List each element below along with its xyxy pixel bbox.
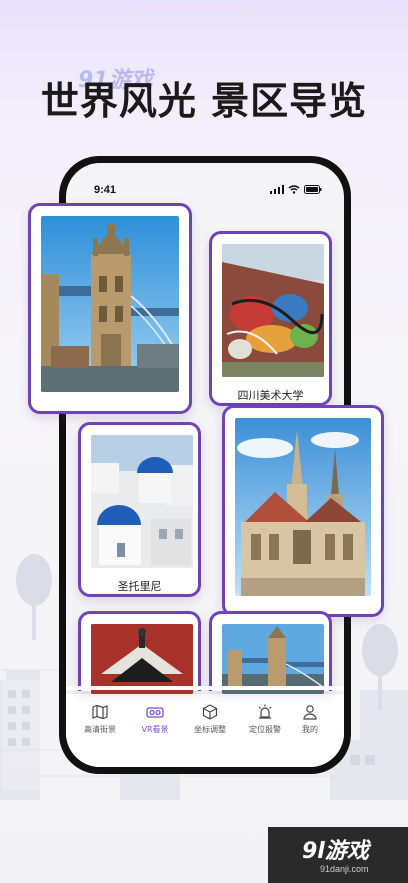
status-time: 9:41: [94, 184, 117, 196]
tab-label: 高清街景: [84, 725, 116, 734]
alarm-light-icon: [258, 704, 272, 719]
user-icon: [303, 705, 317, 720]
scenic-card-pagoda[interactable]: [78, 611, 201, 694]
pagoda-roof-photo: [91, 624, 193, 694]
watermark-logo-bottom: 9l游戏 91danji.com: [268, 827, 408, 883]
tab-hd-street-view[interactable]: 高清街景: [72, 704, 128, 735]
wifi-icon: [288, 185, 300, 194]
watermark-logo-text: 9l游戏: [302, 839, 369, 864]
card-caption: 圣托里尼: [117, 580, 162, 593]
watermark-url: 91danji.com: [320, 864, 369, 874]
scenic-card-graffiti[interactable]: 四川美术大学: [209, 231, 332, 406]
santorini-photo: [91, 435, 193, 568]
scenic-card-cathedral[interactable]: [222, 405, 384, 617]
tab-label: VR看景: [141, 725, 169, 734]
tower-bridge-small-photo: [222, 624, 324, 694]
tab-coordinate-adjust[interactable]: 坐标调整: [182, 704, 238, 735]
scenic-card-tower-bridge-small[interactable]: [209, 611, 332, 694]
tab-label: 坐标调整: [194, 725, 226, 734]
battery-icon: [304, 185, 322, 194]
status-bar: 9:41: [66, 181, 344, 201]
tab-profile[interactable]: 我的: [282, 704, 338, 735]
map-icon: [92, 704, 108, 720]
graffiti-wall-photo: [222, 244, 324, 377]
tab-bar-top-edge: [66, 686, 344, 690]
tower-bridge-photo: [41, 216, 179, 392]
signal-icon: [270, 185, 284, 194]
bottom-tab-bar: 高清街景 VR看景 坐标调整 定位报警 我的: [66, 693, 344, 767]
scenic-card-tower-bridge[interactable]: [28, 203, 192, 414]
tab-vr-view[interactable]: VR看景: [127, 704, 183, 735]
vr-goggles-icon: [146, 707, 164, 718]
cathedral-photo: [235, 418, 371, 596]
tab-label: 我的: [302, 725, 318, 734]
card-caption: 四川美术大学: [237, 389, 304, 402]
status-icons: [270, 185, 322, 194]
cube-icon: [202, 704, 218, 720]
page-headline: 世界风光 景区导览: [40, 79, 368, 123]
scenic-card-santorini[interactable]: 圣托里尼: [78, 422, 201, 597]
